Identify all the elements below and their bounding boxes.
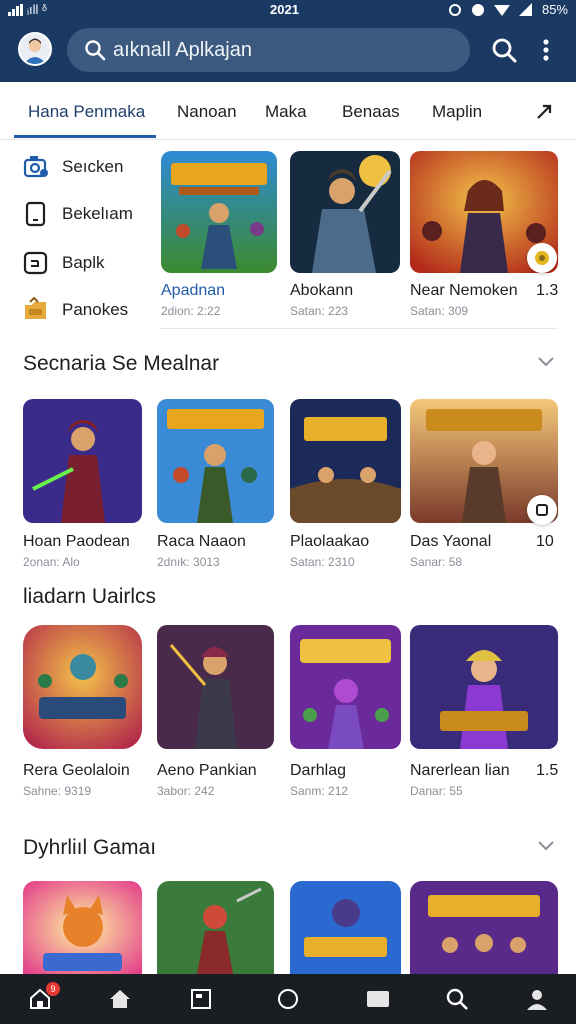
game-title[interactable]: Plaolaakao bbox=[290, 533, 369, 551]
game-thumbnail[interactable] bbox=[23, 399, 142, 523]
search-icon bbox=[85, 40, 106, 61]
notification-badge: 9 bbox=[46, 982, 60, 996]
rating-value: 1.3 bbox=[536, 282, 559, 299]
game-title[interactable]: Rera Geolaloin bbox=[23, 762, 130, 780]
game-title[interactable]: Abokann bbox=[290, 282, 353, 300]
bottom-navigation bbox=[0, 974, 576, 1024]
phone-icon bbox=[25, 201, 46, 227]
divider bbox=[160, 328, 558, 329]
game-meta: Satan: 223 bbox=[290, 304, 349, 318]
camera-settings-icon bbox=[23, 156, 48, 178]
game-thumbnail[interactable] bbox=[290, 625, 401, 749]
game-meta: Satan: 2310 bbox=[290, 555, 355, 569]
search-icon[interactable] bbox=[490, 36, 518, 64]
rating-value: 1.5 bbox=[536, 762, 559, 779]
game-title[interactable]: Aeno Pankian bbox=[157, 762, 257, 780]
game-title[interactable]: Hoan Paodean bbox=[23, 533, 130, 551]
chevron-down-icon[interactable] bbox=[537, 356, 555, 368]
wifi-icon bbox=[493, 4, 510, 16]
sync-icon bbox=[448, 3, 461, 16]
sidebar-item-label: Seıcken bbox=[62, 157, 124, 176]
square-icon[interactable] bbox=[189, 987, 213, 1011]
status-bar: ᵢıll ᵟ 2021 85% bbox=[0, 0, 576, 20]
person-icon[interactable] bbox=[525, 987, 549, 1011]
game-title[interactable]: Raca Naaon bbox=[157, 533, 246, 551]
game-thumbnail[interactable] bbox=[23, 881, 142, 974]
section-title: Secnaria Se Mealnar bbox=[23, 352, 220, 375]
game-thumbnail[interactable] bbox=[290, 399, 401, 523]
more-vert-icon[interactable] bbox=[536, 36, 556, 64]
search-input[interactable]: aıknall Aplkajan bbox=[113, 39, 252, 62]
game-meta: Satan: 309 bbox=[410, 304, 469, 318]
game-thumbnail[interactable] bbox=[23, 625, 142, 749]
game-thumbnail[interactable] bbox=[157, 399, 274, 523]
app-header: aıknall Aplkajan bbox=[0, 20, 576, 82]
sidebar-item-label: Baplk bbox=[62, 253, 105, 272]
game-thumbnail[interactable] bbox=[290, 881, 401, 974]
download-badge[interactable] bbox=[527, 243, 557, 273]
clock: 2021 bbox=[270, 2, 299, 17]
sidebar-item-panokes[interactable]: Panokes bbox=[22, 294, 128, 326]
rating-value: 10 bbox=[536, 533, 554, 550]
tab-hana-penmaka[interactable]: Hana Penmaka bbox=[28, 102, 145, 122]
category-tabs: Hana Penmaka Nanoan Maka Benaas Maplin bbox=[0, 82, 576, 140]
tablet-icon bbox=[23, 251, 48, 275]
sidebar-item-seicken[interactable]: Seıcken bbox=[22, 151, 123, 183]
game-thumbnail[interactable] bbox=[410, 881, 558, 974]
status-icons: 85% bbox=[448, 2, 568, 17]
game-meta: Danar: 55 bbox=[410, 784, 463, 798]
sidebar-item-label: Panokes bbox=[62, 300, 129, 319]
game-meta: Sanar: 58 bbox=[410, 555, 463, 569]
folder-icon[interactable] bbox=[366, 987, 390, 1011]
save-badge[interactable] bbox=[527, 495, 557, 525]
game-meta: 2onan: Alo bbox=[23, 555, 80, 569]
tab-maplin[interactable]: Maplin bbox=[432, 102, 482, 122]
expand-tabs-icon[interactable] bbox=[534, 102, 554, 122]
battery-label: 85% bbox=[541, 2, 568, 17]
game-meta: Sahne: 9319 bbox=[23, 784, 92, 798]
game-title[interactable]: Das Yaonal bbox=[410, 533, 491, 551]
game-meta: 3abor: 242 bbox=[157, 784, 215, 798]
game-title[interactable]: Near Nemoken bbox=[410, 282, 518, 300]
game-title[interactable]: Apadnan bbox=[161, 282, 225, 300]
game-thumbnail[interactable] bbox=[157, 625, 274, 749]
cell-icon bbox=[518, 2, 532, 16]
circle-icon[interactable] bbox=[276, 987, 300, 1011]
tab-benaas[interactable]: Benaas bbox=[342, 102, 400, 122]
active-tab-indicator bbox=[14, 135, 156, 138]
sidebar-item-bekelam[interactable]: Bekelıam bbox=[22, 198, 133, 230]
game-thumbnail[interactable] bbox=[410, 625, 558, 749]
game-thumbnail[interactable] bbox=[157, 881, 274, 974]
bookmark-icon bbox=[536, 504, 548, 516]
game-thumbnail[interactable] bbox=[161, 151, 277, 273]
game-meta: Sanm: 212 bbox=[290, 784, 349, 798]
carrier-label: ᵢıll ᵟ bbox=[27, 2, 47, 17]
sidebar-item-baplk[interactable]: Baplk bbox=[22, 247, 105, 279]
avatar[interactable] bbox=[18, 32, 52, 66]
signal-icon bbox=[8, 3, 23, 16]
tab-maka[interactable]: Maka bbox=[265, 102, 307, 122]
game-title[interactable]: Narerlean lian bbox=[410, 762, 510, 780]
alarm-icon bbox=[471, 3, 484, 16]
sidebar-item-label: Bekelıam bbox=[62, 204, 133, 223]
section-title: Dyhrliıl Gamaı bbox=[23, 836, 157, 859]
folder-icon bbox=[25, 296, 46, 319]
coin-icon bbox=[535, 251, 549, 265]
avatar-icon bbox=[24, 38, 46, 64]
tab-nanoan[interactable]: Nanoan bbox=[177, 102, 237, 122]
search-icon[interactable] bbox=[445, 987, 469, 1011]
game-thumbnail[interactable] bbox=[290, 151, 400, 273]
section-title: liadarn Uairlcs bbox=[23, 585, 157, 608]
search-bar[interactable]: aıknall Aplkajan bbox=[67, 28, 470, 72]
signal-area: ᵢıll ᵟ bbox=[8, 2, 47, 17]
chevron-down-icon[interactable] bbox=[537, 840, 555, 852]
home-icon[interactable] bbox=[108, 987, 132, 1011]
game-meta: 2dnık: 3013 bbox=[157, 555, 220, 569]
game-title[interactable]: Darhlag bbox=[290, 762, 346, 780]
game-meta: 2dion: 2:22 bbox=[161, 304, 221, 318]
